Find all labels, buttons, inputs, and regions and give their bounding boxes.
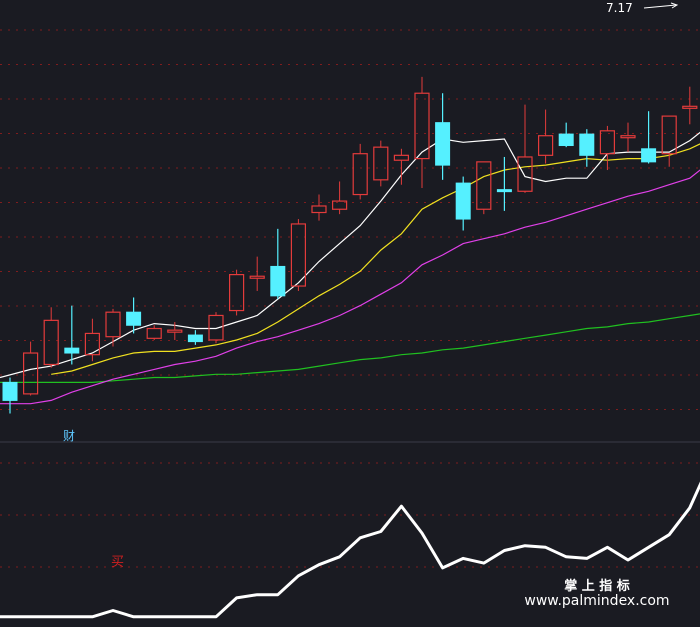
candle-body (2, 381, 18, 401)
chart-canvas: 7.17 财 买 掌 上 指 标 www.palmindex.com (0, 0, 700, 623)
candle-body (641, 148, 657, 163)
finance-marker: 财 (63, 429, 75, 443)
candle-body (455, 182, 471, 220)
high-price-label: 7.17 (606, 1, 633, 15)
candle-body (435, 122, 451, 166)
candle-body (558, 133, 574, 147)
chart-background (0, 0, 700, 623)
candle-body (270, 265, 286, 297)
watermark-title: 掌 上 指 标 (564, 578, 630, 594)
kline-chart: 7.17 财 买 掌 上 指 标 www.palmindex.com (0, 0, 700, 623)
candle-body (496, 189, 512, 193)
candle-body (126, 311, 142, 326)
buy-marker: 买 (111, 555, 124, 570)
watermark-url: www.palmindex.com (524, 593, 669, 609)
candle-body (64, 347, 80, 354)
candle-body (187, 334, 203, 343)
candle-body (579, 133, 595, 156)
